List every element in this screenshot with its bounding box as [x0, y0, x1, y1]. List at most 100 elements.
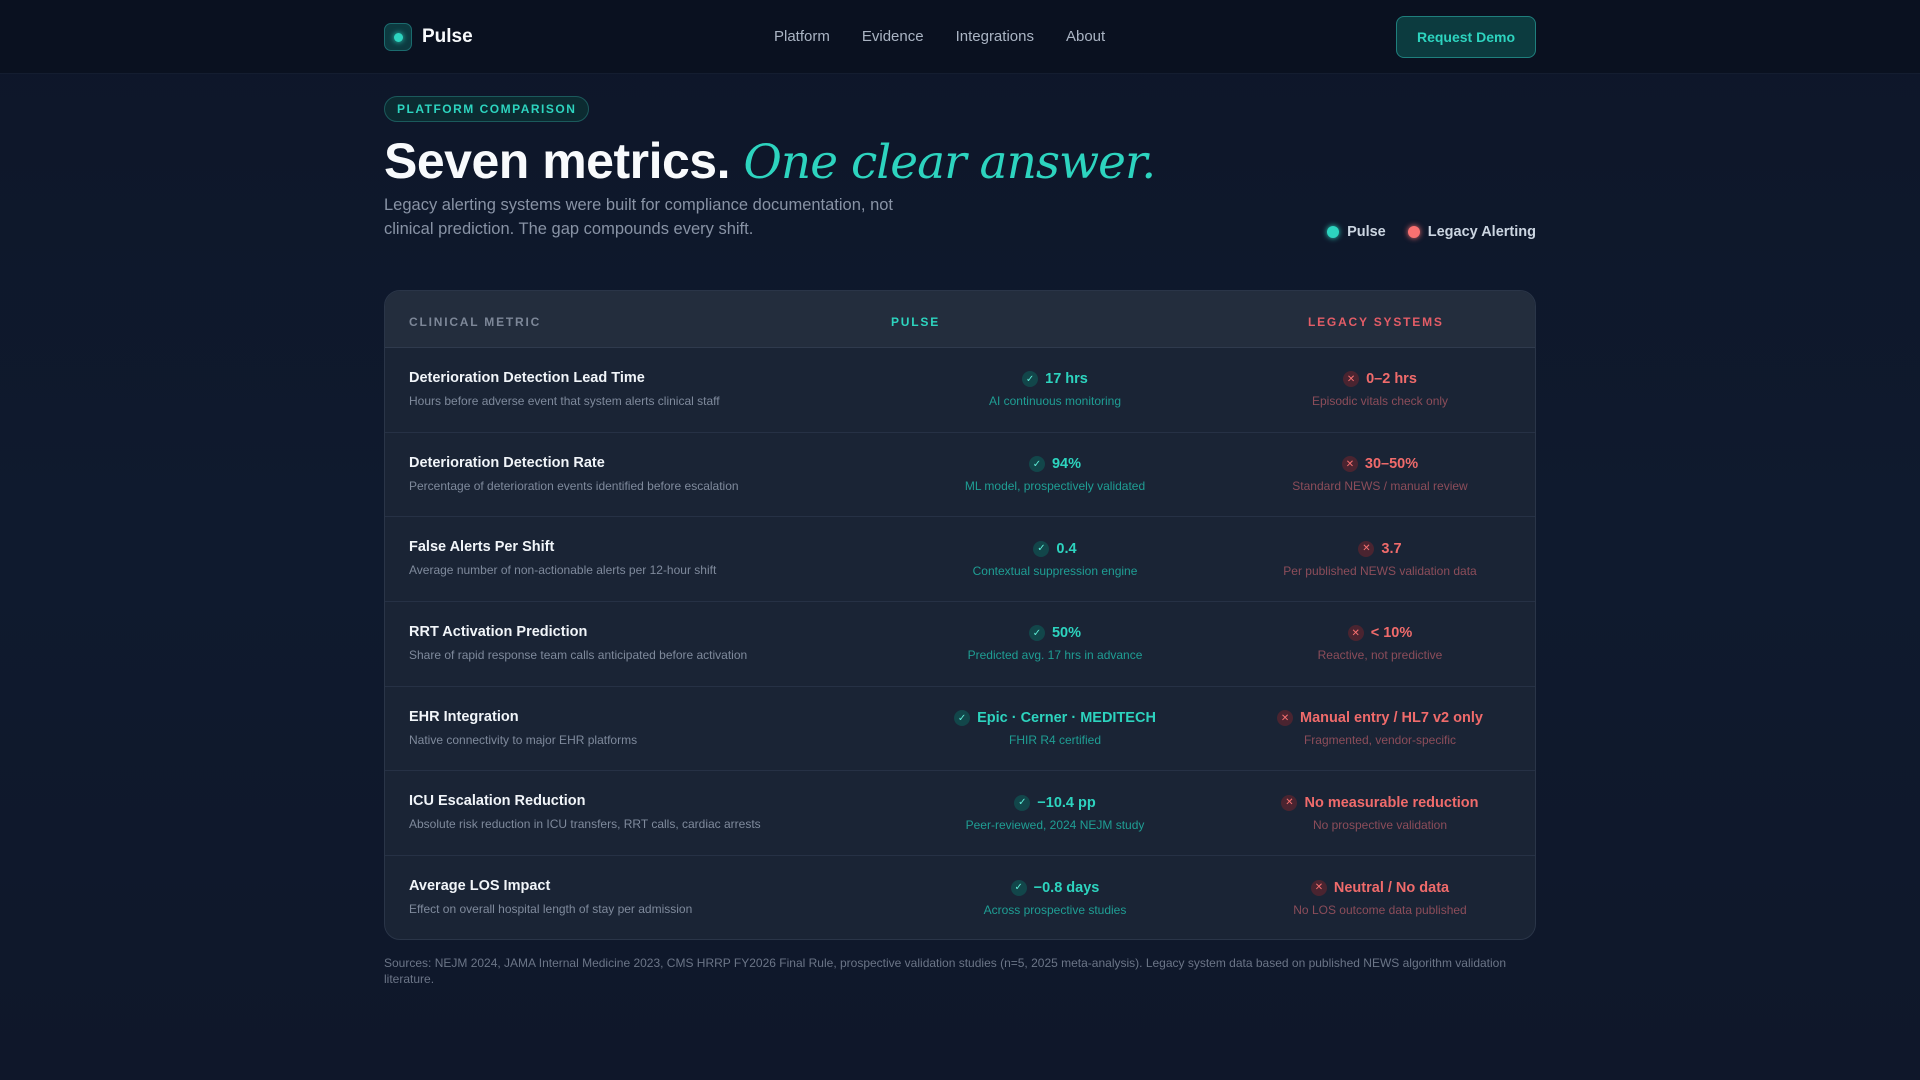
pulse-note: Across prospective studies: [983, 902, 1127, 917]
legacy-value: No measurable reduction: [1304, 794, 1479, 811]
pulse-value: Epic · Cerner · MEDITECH: [977, 710, 1156, 727]
pulse-value: 17 hrs: [1045, 371, 1088, 388]
legacy-note: Episodic vitals check only: [1311, 394, 1449, 409]
legacy-value-wrap: ✕ 3.7: [1358, 540, 1402, 557]
legacy-value-wrap: ✕ 0–2 hrs: [1343, 371, 1417, 388]
legacy-cell: ✕ 3.7 Per published NEWS validation data: [1225, 517, 1535, 601]
check-icon: ✓: [1028, 625, 1045, 642]
metric-description: Effect on overall hospital length of sta…: [409, 902, 693, 917]
legacy-value-wrap: ✕ 30–50%: [1341, 456, 1419, 473]
pulse-value: 50%: [1051, 625, 1082, 642]
pulse-value: −0.8 days: [1033, 879, 1100, 896]
comparison-table: CLINICAL METRIC PULSE LEGACY SYSTEMS Det…: [384, 290, 1536, 940]
pulse-note: Peer-reviewed, 2024 NEJM study: [965, 817, 1145, 832]
x-icon: ✕: [1358, 540, 1375, 557]
legacy-cell: ✕ 30–50% Standard NEWS / manual review: [1225, 433, 1535, 517]
legend-dot-icon: [1327, 226, 1340, 238]
pulse-note: Contextual suppression engine: [972, 563, 1138, 578]
pulse-cell: ✓ 94% ML model, prospectively validated: [885, 433, 1225, 517]
table-header: CLINICAL METRIC PULSE LEGACY SYSTEMS: [385, 291, 1535, 348]
metric-title: Deterioration Detection Lead Time: [409, 370, 645, 386]
pulse-cell: ✓ −0.8 days Across prospective studies: [885, 856, 1225, 939]
pulse-value-wrap: ✓ 17 hrs: [1022, 371, 1088, 388]
pulse-note: AI continuous monitoring: [988, 394, 1122, 409]
table-row: Average LOS Impact Effect on overall hos…: [385, 856, 1535, 939]
x-icon: ✕: [1343, 371, 1360, 388]
legacy-value-wrap: ✕ No measurable reduction: [1281, 794, 1479, 811]
pulse-logo-icon: [384, 23, 412, 51]
legacy-note: Per published NEWS validation data: [1283, 563, 1477, 578]
brand[interactable]: Pulse: [384, 23, 473, 51]
pulse-value-wrap: ✓ 94%: [1028, 456, 1082, 473]
check-icon: ✓: [1028, 456, 1045, 473]
legacy-value: Neutral / No data: [1333, 879, 1450, 896]
legend-item-legacy: Legacy Alerting: [1407, 224, 1536, 240]
check-icon: ✓: [1010, 879, 1027, 896]
table-row: ICU Escalation Reduction Absolute risk r…: [385, 771, 1535, 857]
legacy-value: 0–2 hrs: [1366, 371, 1417, 388]
pulse-value: 0.4: [1056, 540, 1077, 557]
legacy-cell: ✕ Manual entry / HL7 v2 only Fragmented,…: [1225, 687, 1535, 771]
metric-title: RRT Activation Prediction: [409, 624, 588, 641]
legacy-cell: ✕ Neutral / No data No LOS outcome data …: [1225, 856, 1535, 939]
legacy-note: Reactive, not predictive: [1317, 648, 1443, 663]
sources-note: Sources: NEJM 2024, JAMA Internal Medici…: [384, 956, 1507, 986]
legacy-value: Manual entry / HL7 v2 only: [1300, 710, 1483, 727]
brand-name: Pulse: [422, 26, 473, 47]
pulse-value: −10.4 pp: [1037, 794, 1096, 811]
check-icon: ✓: [1014, 794, 1031, 811]
x-icon: ✕: [1347, 625, 1364, 642]
check-icon: ✓: [1033, 540, 1050, 557]
legend-dot-icon: [1407, 226, 1420, 238]
x-icon: ✕: [1277, 710, 1294, 727]
nav-link-integrations[interactable]: Integrations: [956, 28, 1034, 45]
page-subtitle: Legacy alerting systems were built for c…: [384, 196, 894, 238]
table-row: Deterioration Detection Rate Percentage …: [385, 433, 1535, 518]
x-icon: ✕: [1341, 456, 1358, 473]
nav-link-about[interactable]: About: [1066, 28, 1105, 45]
col-header-metric: CLINICAL METRIC: [409, 315, 542, 329]
nav-link-evidence[interactable]: Evidence: [862, 28, 924, 45]
legacy-value: < 10%: [1370, 625, 1413, 642]
legend-label: Pulse: [1347, 224, 1386, 240]
headline-accent: One clear answer.: [743, 135, 1156, 190]
section-pill: PLATFORM COMPARISON: [384, 96, 590, 122]
metric-description: Average number of non-actionable alerts …: [409, 563, 717, 578]
metric-description: Absolute risk reduction in ICU transfers…: [409, 817, 761, 832]
nav-links: Platform Evidence Integrations About: [774, 28, 1137, 45]
pulse-value-wrap: ✓ 50%: [1028, 625, 1082, 642]
metric-title: False Alerts Per Shift: [409, 539, 555, 556]
pulse-cell: ✓ 17 hrs AI continuous monitoring: [885, 348, 1225, 432]
x-icon: ✕: [1310, 879, 1327, 896]
legend-label: Legacy Alerting: [1427, 224, 1536, 240]
pulse-cell: ✓ Epic · Cerner · MEDITECH FHIR R4 certi…: [885, 687, 1225, 771]
legacy-value-wrap: ✕ < 10%: [1347, 625, 1413, 642]
pulse-value-wrap: ✓ 0.4: [1033, 540, 1077, 557]
check-icon: ✓: [1022, 371, 1039, 388]
legacy-value-wrap: ✕ Neutral / No data: [1310, 879, 1450, 896]
pulse-value-wrap: ✓ Epic · Cerner · MEDITECH: [954, 710, 1156, 727]
legend-item-pulse: Pulse: [1327, 224, 1386, 240]
pulse-cell: ✓ 50% Predicted avg. 17 hrs in advance: [885, 602, 1225, 686]
pulse-note: FHIR R4 certified: [1008, 733, 1102, 748]
legacy-note: No prospective validation: [1312, 817, 1448, 832]
metric-description: Native connectivity to major EHR platfor…: [409, 732, 638, 747]
pulse-value: 94%: [1051, 456, 1082, 473]
metric-description: Hours before adverse event that system a…: [409, 394, 720, 408]
metric-title: Deterioration Detection Rate: [409, 454, 605, 471]
pulse-cell: ✓ −10.4 pp Peer-reviewed, 2024 NEJM stud…: [885, 771, 1225, 855]
nav-link-platform[interactable]: Platform: [774, 28, 830, 45]
table-body: Deterioration Detection Lead Time Hours …: [385, 348, 1535, 939]
pulse-value-wrap: ✓ −0.8 days: [1010, 879, 1100, 896]
table-row: RRT Activation Prediction Share of rapid…: [385, 602, 1535, 687]
top-nav: Pulse Platform Evidence Integrations Abo…: [0, 0, 1920, 74]
legend: Pulse Legacy Alerting: [1305, 224, 1536, 240]
page-title: Seven metrics. One clear answer.: [384, 132, 1156, 190]
legacy-value: 30–50%: [1364, 456, 1419, 473]
x-icon: ✕: [1281, 794, 1298, 811]
legacy-cell: ✕ No measurable reduction No prospective…: [1225, 771, 1535, 855]
request-demo-button[interactable]: Request Demo: [1396, 16, 1536, 58]
pulse-note: Predicted avg. 17 hrs in advance: [967, 648, 1143, 663]
metric-title: Average LOS Impact: [409, 878, 551, 895]
metric-title: EHR Integration: [409, 708, 519, 725]
